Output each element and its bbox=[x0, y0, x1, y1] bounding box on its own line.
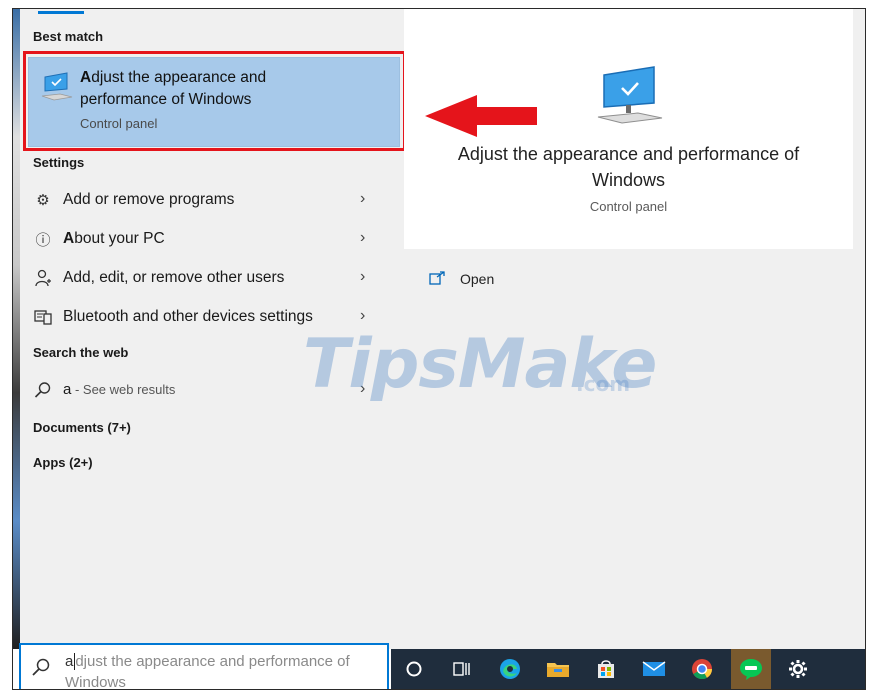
settings-gear-icon[interactable] bbox=[783, 655, 813, 683]
web-search-label: a - See web results bbox=[63, 381, 176, 398]
search-input[interactable]: a djust the appearance and performance of… bbox=[19, 643, 389, 690]
settings-item-other-users[interactable]: Add, edit, or remove other users › bbox=[20, 259, 404, 297]
edge-icon[interactable] bbox=[495, 655, 525, 683]
search-query-text: a djust the appearance and performance of… bbox=[65, 653, 350, 690]
best-match-subtitle: Control panel bbox=[80, 116, 158, 131]
annotation-red-arrow bbox=[425, 95, 537, 137]
search-results-pane: Best match Adjust the appearance and per… bbox=[20, 9, 406, 649]
active-tab-indicator bbox=[38, 11, 84, 14]
devices-icon bbox=[33, 307, 53, 327]
task-view-icon[interactable] bbox=[447, 655, 477, 683]
monitor-large-icon bbox=[597, 66, 663, 124]
section-apps[interactable]: Apps (2+) bbox=[33, 455, 93, 470]
search-icon bbox=[31, 657, 51, 682]
cortana-icon[interactable] bbox=[399, 655, 429, 683]
desktop-background-strip bbox=[13, 9, 20, 649]
taskbar bbox=[391, 649, 865, 689]
chrome-icon[interactable] bbox=[687, 655, 717, 683]
settings-item-label: Add or remove programs bbox=[63, 191, 235, 208]
search-icon bbox=[33, 380, 53, 400]
windows-search-window: Best match Adjust the appearance and per… bbox=[12, 8, 866, 690]
gear-icon: ⚙ bbox=[36, 192, 50, 209]
settings-item-label: About your PC bbox=[63, 230, 165, 247]
open-action[interactable]: Open bbox=[460, 271, 494, 287]
best-match-title: Adjust the appearance and performance of… bbox=[80, 69, 267, 108]
section-search-web: Search the web bbox=[33, 345, 129, 360]
detail-subtitle: Control panel bbox=[589, 199, 668, 214]
section-best-match: Best match bbox=[33, 29, 104, 44]
chevron-right-icon: › bbox=[360, 229, 366, 246]
chevron-right-icon: › bbox=[360, 268, 366, 285]
line-app-icon[interactable] bbox=[731, 649, 771, 689]
settings-item-bluetooth-devices[interactable]: Bluetooth and other devices settings › bbox=[20, 298, 404, 336]
settings-item-label: Bluetooth and other devices settings bbox=[63, 308, 313, 325]
store-icon[interactable] bbox=[591, 655, 621, 683]
info-icon: ⓘ bbox=[35, 231, 51, 249]
monitor-icon bbox=[41, 72, 73, 101]
chevron-right-icon: › bbox=[360, 380, 366, 397]
person-icon bbox=[33, 268, 53, 288]
section-documents[interactable]: Documents (7+) bbox=[33, 420, 131, 435]
file-explorer-icon[interactable] bbox=[543, 655, 573, 683]
chevron-right-icon: › bbox=[360, 190, 366, 207]
settings-item-label: Add, edit, or remove other users bbox=[63, 269, 285, 286]
detail-title: Adjust the appearance and performance of… bbox=[457, 144, 800, 190]
chevron-right-icon: › bbox=[360, 307, 366, 324]
web-search-item[interactable]: a - See web results › bbox=[20, 371, 404, 409]
settings-item-add-remove-programs[interactable]: ⚙ Add or remove programs › bbox=[20, 181, 404, 219]
mail-icon[interactable] bbox=[639, 655, 669, 683]
settings-item-about-pc[interactable]: ⓘ About your PC › bbox=[20, 220, 404, 258]
section-settings: Settings bbox=[33, 155, 85, 170]
open-icon bbox=[429, 271, 445, 289]
